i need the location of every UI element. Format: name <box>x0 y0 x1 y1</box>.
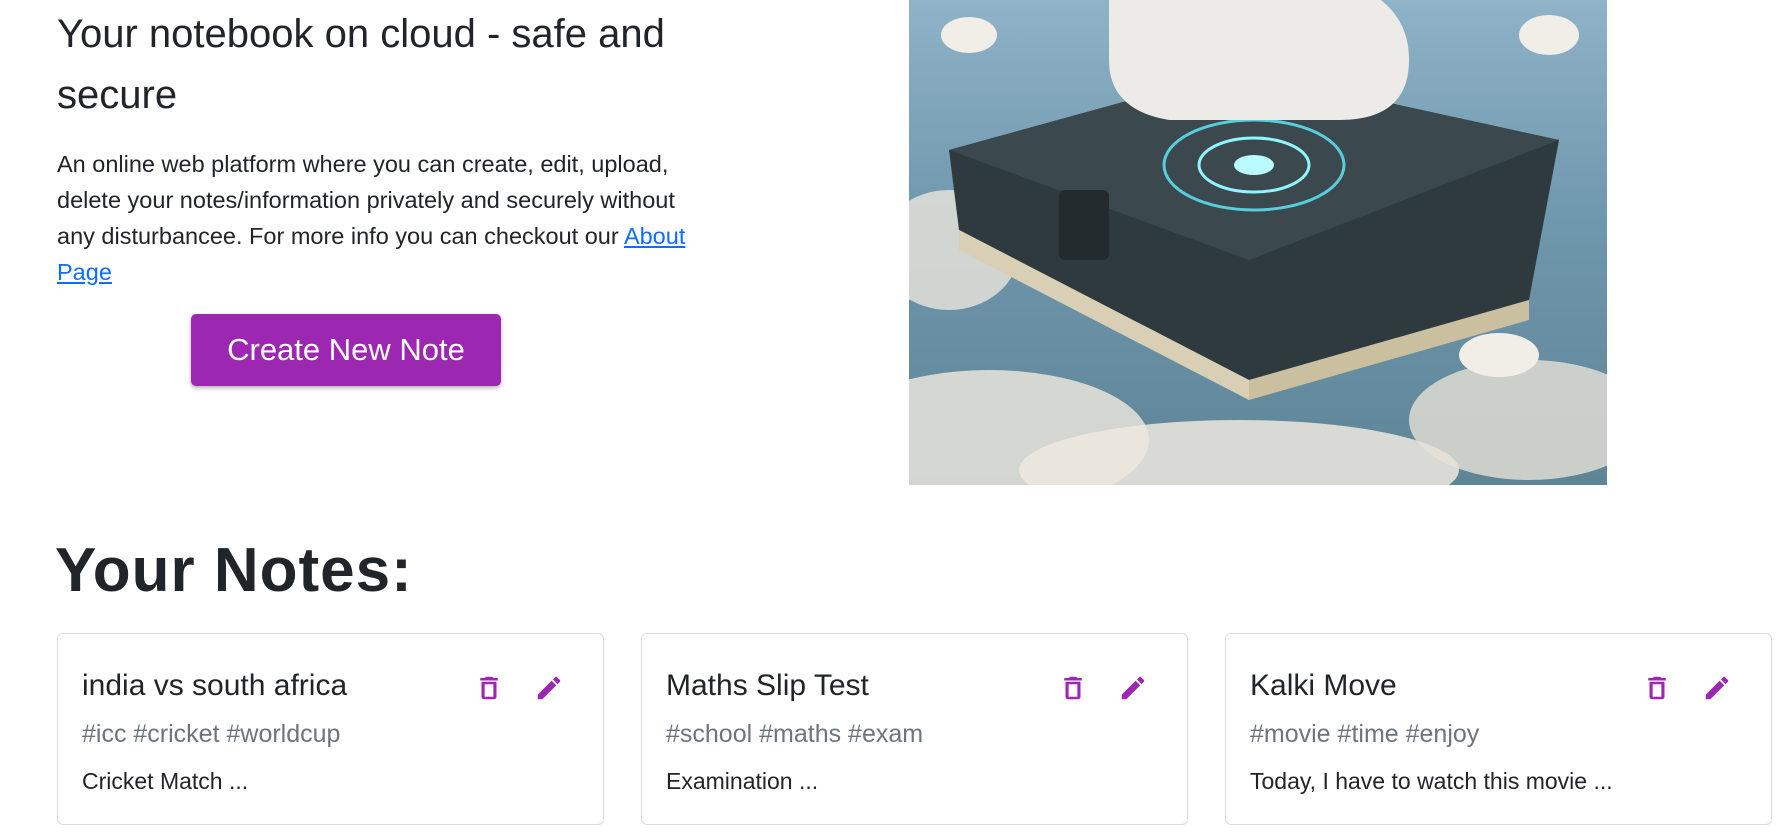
note-description: Examination ... <box>666 768 819 794</box>
note-card: Maths Slip Test #school #maths #exam Exa… <box>641 633 1188 825</box>
trash-icon[interactable] <box>474 672 504 704</box>
hero-image <box>909 0 1607 485</box>
note-tags: #movie #time #enjoy <box>1250 720 1480 748</box>
note-tags: #icc #cricket #worldcup <box>82 720 341 748</box>
create-new-note-button[interactable]: Create New Note <box>191 314 501 386</box>
note-title: india vs south africa <box>82 669 348 702</box>
hero-title: Your notebook on cloud - safe and secure <box>57 12 665 117</box>
note-tags: #school #maths #exam <box>666 720 924 748</box>
note-card: india vs south africa #icc #cricket #wor… <box>57 633 604 825</box>
notes-heading: Your Notes: <box>55 536 413 605</box>
trash-icon[interactable] <box>1058 672 1088 704</box>
note-description: Today, I have to watch this movie ... <box>1250 768 1613 794</box>
note-description: Cricket Match ... <box>82 768 249 794</box>
pencil-icon[interactable] <box>1702 672 1732 704</box>
pencil-icon[interactable] <box>1118 672 1148 704</box>
hero-description: An online web platform where you can cre… <box>57 146 707 290</box>
note-card: Kalki Move #movie #time #enjoy Today, I … <box>1225 633 1772 825</box>
note-title: Kalki Move <box>1250 669 1397 702</box>
hero-text: An online web platform where you can cre… <box>57 151 675 249</box>
pencil-icon[interactable] <box>534 672 564 704</box>
trash-icon[interactable] <box>1642 672 1672 704</box>
note-title: Maths Slip Test <box>666 669 869 702</box>
